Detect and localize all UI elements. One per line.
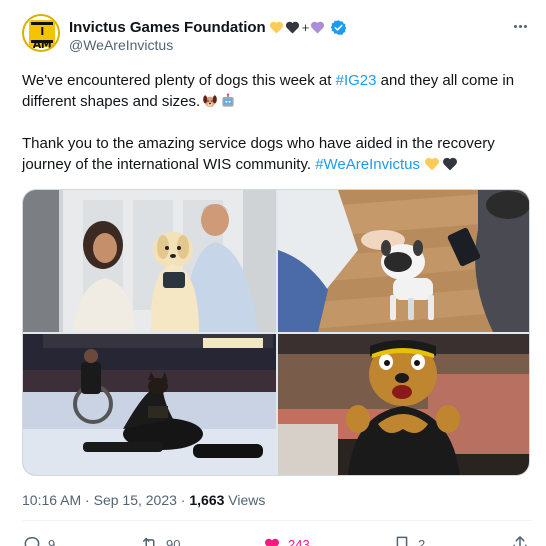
like-button[interactable]: 243 (262, 534, 310, 546)
black-heart-icon (442, 156, 458, 172)
retweet-icon (143, 537, 155, 546)
plus-sign: + (301, 19, 310, 35)
photo-mascot-dog[interactable] (278, 334, 529, 475)
reply-icon (24, 537, 40, 546)
tweet: I AM Invictus Games Foundation + @WeAreI… (0, 0, 546, 546)
black-heart-icon (285, 20, 300, 35)
purple-heart-icon (310, 20, 325, 35)
divider (22, 520, 532, 521)
like-count: 243 (288, 536, 310, 546)
avatar-logo-text: I AM (32, 25, 52, 51)
retweet-count: 90 (166, 536, 181, 546)
tweet-paragraph-2: Thank you to the amazing service dogs wh… (22, 135, 495, 173)
heart-icon (264, 538, 280, 546)
tweet-text: We've encountered plenty of dogs this we… (22, 70, 532, 175)
author-handle[interactable]: @WeAreInvictus (69, 37, 173, 53)
name-emoji-strip: + (269, 20, 327, 35)
yellow-heart-icon (424, 156, 440, 172)
bookmark-count: 2 (418, 536, 426, 546)
meta-separator: · (85, 492, 90, 508)
more-options-button[interactable] (510, 18, 530, 34)
photo-couple-with-golden-dog[interactable] (23, 190, 276, 332)
avatar[interactable]: I AM (22, 14, 60, 52)
retweet-button[interactable]: 90 (140, 534, 180, 546)
views-label: Views (228, 492, 266, 508)
meta-separator: · (180, 492, 186, 508)
media-grid (22, 189, 530, 476)
yellow-heart-icon (269, 20, 284, 35)
share-icon (513, 536, 527, 546)
views-count: 1,663 (189, 492, 225, 508)
robot-face-icon (220, 93, 236, 109)
photo-service-dog-wheelchair-court[interactable] (23, 334, 276, 475)
dog-face-icon (202, 93, 218, 109)
tweet-time[interactable]: 10:16 AM (22, 492, 81, 508)
photo-robot-dog[interactable] (278, 190, 529, 332)
bookmark-button[interactable]: 2 (392, 534, 425, 546)
reply-count: 9 (48, 536, 56, 546)
action-bar: 9 90 243 2 (22, 534, 532, 546)
hashtag-link-ig23[interactable]: #IG23 (336, 72, 377, 89)
reply-button[interactable]: 9 (22, 534, 55, 546)
display-name[interactable]: Invictus Games Foundation (69, 19, 266, 36)
share-button[interactable] (510, 534, 530, 546)
author-name-row: Invictus Games Foundation + (69, 17, 347, 37)
tweet-header: I AM Invictus Games Foundation + @WeAreI… (22, 14, 532, 60)
tweet-metadata: 10:16 AM · Sep 15, 2023 · 1,663 Views (22, 492, 265, 508)
verified-badge-icon (330, 19, 347, 36)
bookmark-icon (396, 536, 408, 546)
tweet-date[interactable]: Sep 15, 2023 (94, 492, 177, 508)
tweet-paragraph-1: We've encountered plenty of dogs this we… (22, 72, 515, 110)
hashtag-link-weareinvictus[interactable]: #WeAreInvictus (315, 156, 420, 173)
